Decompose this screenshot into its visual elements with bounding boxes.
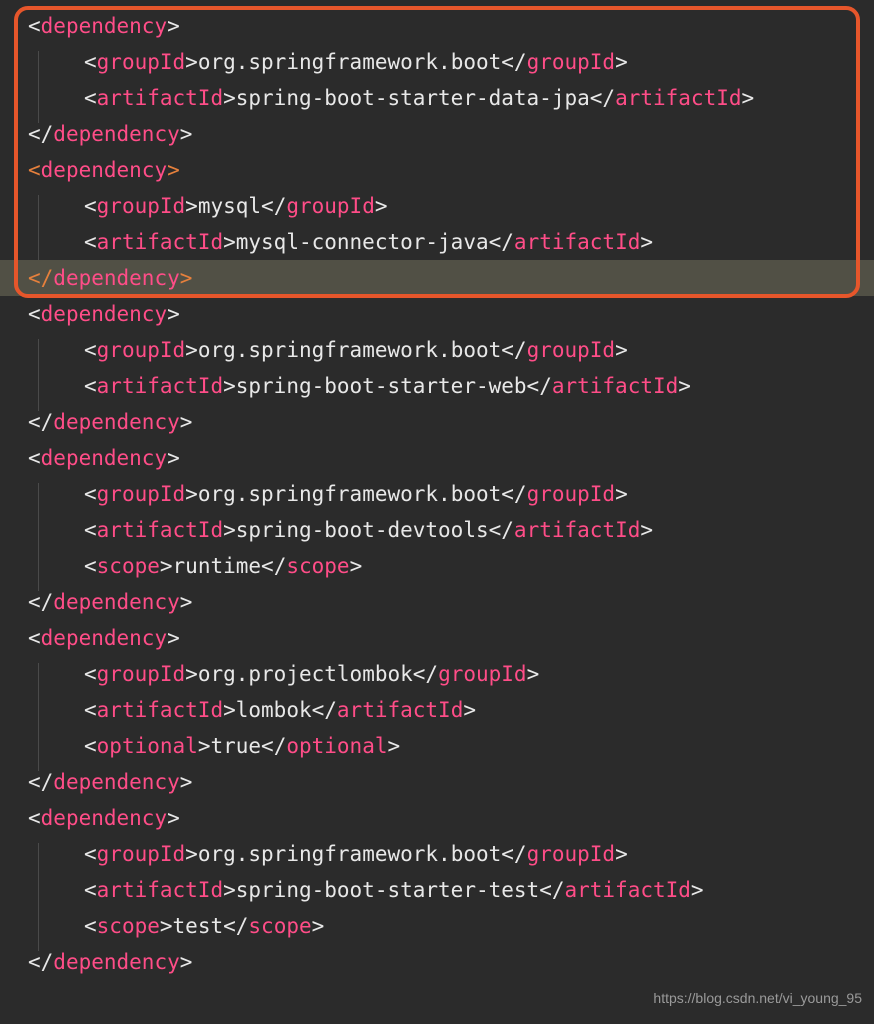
- code-line: <artifactId>spring-boot-starter-test</ar…: [0, 872, 874, 908]
- code-line: <artifactId>spring-boot-devtools</artifa…: [0, 512, 874, 548]
- code-line: <artifactId>spring-boot-starter-data-jpa…: [0, 80, 874, 116]
- code-line: <scope>test</scope>: [0, 908, 874, 944]
- code-line: <groupId>org.projectlombok</groupId>: [0, 656, 874, 692]
- code-line: </dependency>: [0, 404, 874, 440]
- code-line: <dependency>: [0, 152, 874, 188]
- code-line: <dependency>: [0, 620, 874, 656]
- code-line: <artifactId>spring-boot-starter-web</art…: [0, 368, 874, 404]
- watermark: https://blog.csdn.net/vi_young_95: [653, 990, 862, 1006]
- code-line: </dependency>: [0, 944, 874, 980]
- code-line: <optional>true</optional>: [0, 728, 874, 764]
- code-line: </dependency>: [0, 764, 874, 800]
- code-line: <scope>runtime</scope>: [0, 548, 874, 584]
- code-line-current: </dependency>: [0, 260, 874, 296]
- code-line: <artifactId>mysql-connector-java</artifa…: [0, 224, 874, 260]
- code-line: <dependency>: [0, 296, 874, 332]
- code-line: <dependency>: [0, 8, 874, 44]
- code-line: </dependency>: [0, 116, 874, 152]
- code-line: <dependency>: [0, 440, 874, 476]
- code-line: <artifactId>lombok</artifactId>: [0, 692, 874, 728]
- code-editor[interactable]: <dependency> <groupId>org.springframewor…: [0, 0, 874, 980]
- code-line: </dependency>: [0, 584, 874, 620]
- code-line: <groupId>org.springframework.boot</group…: [0, 44, 874, 80]
- code-line: <groupId>org.springframework.boot</group…: [0, 332, 874, 368]
- code-line: <groupId>org.springframework.boot</group…: [0, 836, 874, 872]
- code-line: <dependency>: [0, 800, 874, 836]
- code-line: <groupId>mysql</groupId>: [0, 188, 874, 224]
- code-line: <groupId>org.springframework.boot</group…: [0, 476, 874, 512]
